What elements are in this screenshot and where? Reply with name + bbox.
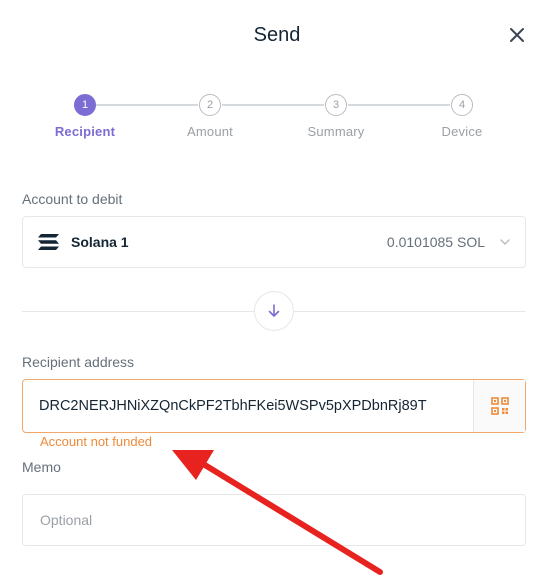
solana-icon — [38, 234, 59, 250]
step-amount: 2 Amount — [170, 94, 250, 139]
step-recipient: 1 Recipient — [45, 94, 125, 139]
stepper: 1 Recipient 2 Amount 3 Summary 4 Device — [52, 94, 492, 144]
modal-title: Send — [253, 24, 301, 46]
direction-indicator — [254, 291, 294, 331]
recipient-address-field — [22, 379, 526, 433]
account-label: Account to debit — [22, 191, 123, 207]
address-error-message: Account not funded — [40, 434, 153, 449]
memo-field — [22, 494, 526, 546]
memo-label: Memo — [22, 459, 61, 475]
close-button[interactable] — [506, 24, 528, 46]
account-balance: 0.0101085 SOL — [386, 234, 485, 250]
step-label: Amount — [186, 124, 233, 139]
step-number: 4 — [451, 94, 473, 116]
recipient-label: Recipient address — [22, 354, 135, 370]
step-summary: 3 Summary — [296, 94, 376, 139]
step-number: 1 — [74, 94, 96, 116]
memo-input[interactable] — [23, 495, 525, 545]
recipient-address-input[interactable] — [23, 380, 473, 432]
chevron-down-icon — [500, 239, 510, 245]
qr-code-icon — [490, 397, 509, 415]
step-label: Recipient — [54, 124, 116, 139]
scan-qr-button[interactable] — [473, 380, 525, 432]
step-number: 3 — [325, 94, 347, 116]
arrow-down-icon — [268, 304, 280, 317]
account-select[interactable]: Solana 1 0.0101085 SOL — [22, 216, 526, 268]
step-number: 2 — [199, 94, 221, 116]
step-label: Summary — [307, 124, 365, 139]
close-icon — [510, 28, 524, 42]
account-name: Solana 1 — [71, 234, 129, 250]
step-device: 4 Device — [422, 94, 502, 139]
step-label: Device — [441, 124, 483, 139]
